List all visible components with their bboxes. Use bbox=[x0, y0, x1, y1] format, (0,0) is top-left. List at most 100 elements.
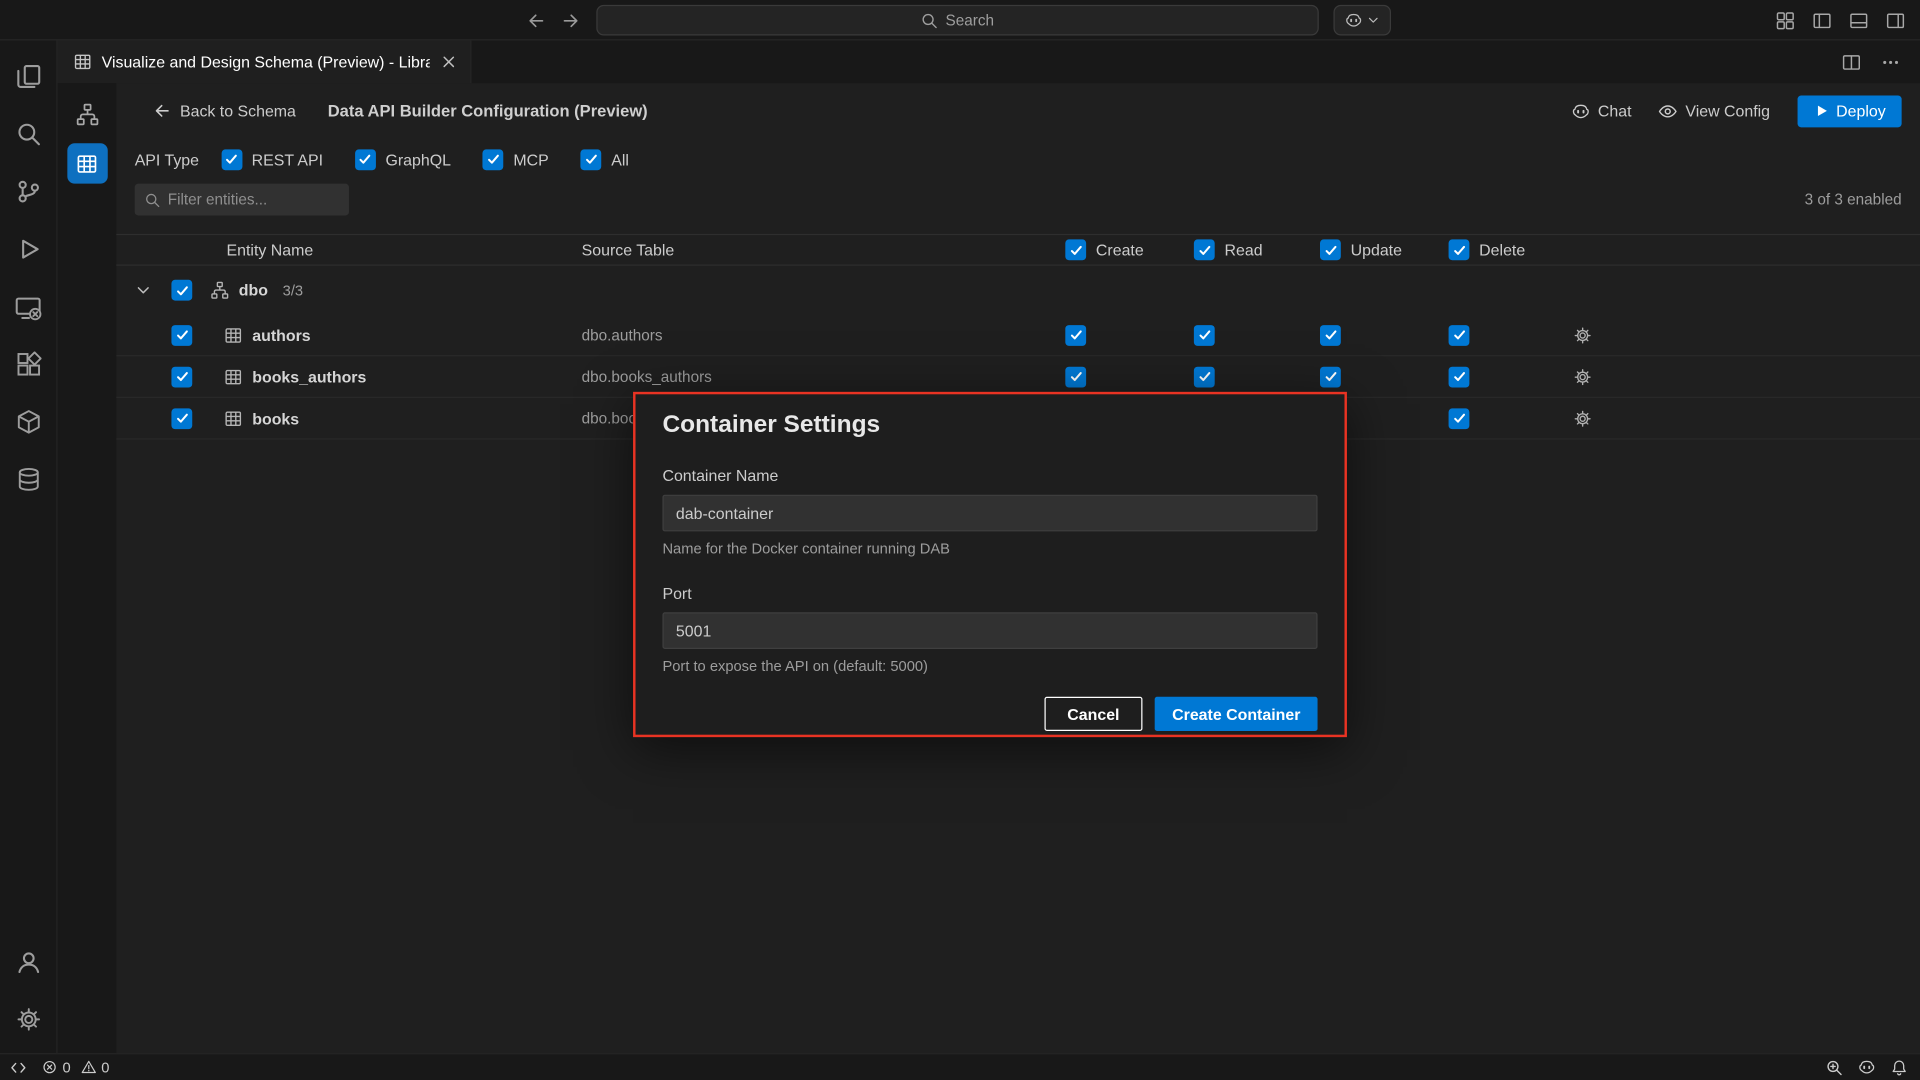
error-count: 0 bbox=[62, 1059, 70, 1076]
source-control-icon[interactable] bbox=[0, 163, 57, 221]
container-name-input[interactable] bbox=[662, 495, 1317, 532]
mcp-checkbox[interactable] bbox=[483, 149, 504, 170]
eye-icon bbox=[1658, 101, 1678, 121]
toggle-panel-icon[interactable] bbox=[1849, 10, 1869, 30]
read-checkbox[interactable] bbox=[1194, 324, 1215, 345]
read-checkbox[interactable] bbox=[1194, 366, 1215, 387]
table-grid-icon bbox=[224, 367, 242, 385]
enabled-count: 3 of 3 enabled bbox=[1805, 191, 1902, 208]
collapse-group-icon[interactable] bbox=[135, 282, 152, 299]
cancel-button[interactable]: Cancel bbox=[1044, 697, 1143, 731]
toggle-secondary-sidebar-icon[interactable] bbox=[1886, 10, 1906, 30]
graphql-checkbox[interactable] bbox=[355, 149, 376, 170]
notifications-bell-icon[interactable] bbox=[1891, 1059, 1908, 1076]
containers-icon[interactable] bbox=[0, 393, 57, 451]
port-input[interactable] bbox=[662, 612, 1317, 649]
entity-name: authors bbox=[252, 326, 310, 344]
port-label: Port bbox=[662, 584, 1317, 602]
search-icon bbox=[921, 12, 938, 29]
command-center-search[interactable]: Search bbox=[596, 5, 1318, 36]
group-select-checkbox[interactable] bbox=[171, 280, 192, 301]
container-settings-dialog: Container Settings Container Name Name f… bbox=[633, 392, 1347, 737]
tab-visualize-design-schema[interactable]: Visualize and Design Schema (Preview) - … bbox=[58, 40, 472, 83]
update-all-checkbox[interactable] bbox=[1320, 239, 1341, 260]
row-settings-gear-icon[interactable] bbox=[1573, 326, 1591, 344]
row-select-checkbox[interactable] bbox=[171, 366, 192, 387]
table-header-row: Entity Name Source Table Create Read bbox=[116, 234, 1920, 266]
activity-bar bbox=[0, 40, 58, 1053]
create-checkbox[interactable] bbox=[1065, 366, 1086, 387]
create-all-checkbox[interactable] bbox=[1065, 239, 1086, 260]
read-all-checkbox[interactable] bbox=[1194, 239, 1215, 260]
copilot-chat-icon bbox=[1571, 101, 1591, 121]
run-debug-icon[interactable] bbox=[0, 220, 57, 278]
back-to-schema-link[interactable]: Back to Schema bbox=[153, 102, 296, 120]
container-name-label: Container Name bbox=[662, 467, 1317, 485]
source-table: dbo.books_authors bbox=[582, 368, 712, 385]
deploy-button[interactable]: Deploy bbox=[1797, 95, 1902, 127]
close-tab-icon[interactable] bbox=[440, 53, 458, 71]
row-settings-gear-icon[interactable] bbox=[1573, 409, 1591, 427]
warning-count: 0 bbox=[101, 1059, 109, 1076]
customize-layout-icon[interactable] bbox=[1776, 10, 1796, 30]
delete-checkbox[interactable] bbox=[1449, 408, 1470, 429]
settings-gear-icon[interactable] bbox=[0, 991, 57, 1049]
delete-checkbox[interactable] bbox=[1449, 324, 1470, 345]
all-checkbox[interactable] bbox=[581, 149, 602, 170]
delete-checkbox[interactable] bbox=[1449, 366, 1470, 387]
view-config-button[interactable]: View Config bbox=[1658, 101, 1770, 121]
view-config-label: View Config bbox=[1685, 102, 1770, 120]
problems-indicator[interactable]: 0 0 bbox=[42, 1059, 110, 1076]
entity-name: books bbox=[252, 409, 299, 427]
zoom-icon[interactable] bbox=[1826, 1059, 1843, 1076]
column-delete: Delete bbox=[1479, 241, 1525, 259]
split-editor-icon[interactable] bbox=[1842, 52, 1862, 72]
explorer-icon[interactable] bbox=[0, 48, 57, 106]
all-label: All bbox=[611, 150, 629, 168]
page-title: Data API Builder Configuration (Preview) bbox=[328, 102, 648, 120]
titlebar: Search bbox=[0, 0, 1920, 40]
row-select-checkbox[interactable] bbox=[171, 408, 192, 429]
copilot-menu-button[interactable] bbox=[1333, 5, 1391, 36]
container-name-help: Name for the Docker container running DA… bbox=[662, 540, 1317, 557]
chat-button-label: Chat bbox=[1598, 102, 1632, 120]
schema-view-icon[interactable] bbox=[67, 94, 107, 134]
search-sidebar-icon[interactable] bbox=[0, 105, 57, 163]
group-count: 3/3 bbox=[283, 282, 303, 299]
rest-api-checkbox[interactable] bbox=[221, 149, 242, 170]
column-source-table: Source Table bbox=[582, 241, 675, 259]
row-settings-gear-icon[interactable] bbox=[1573, 367, 1591, 385]
group-name: dbo bbox=[239, 281, 268, 299]
editor-side-toolbar bbox=[58, 83, 117, 1053]
chevron-down-icon bbox=[1367, 13, 1380, 26]
remote-explorer-icon[interactable] bbox=[0, 278, 57, 336]
table-row-authors: authors dbo.authors bbox=[116, 315, 1920, 357]
all-filter: All bbox=[581, 149, 629, 170]
update-checkbox[interactable] bbox=[1320, 366, 1341, 387]
tab-bar: Visualize and Design Schema (Preview) - … bbox=[58, 40, 1920, 83]
remote-indicator-icon[interactable] bbox=[10, 1059, 27, 1076]
navigate-forward-icon[interactable] bbox=[561, 10, 581, 30]
graphql-filter: GraphQL bbox=[355, 149, 451, 170]
search-placeholder-text: Search bbox=[946, 12, 995, 29]
chat-button[interactable]: Chat bbox=[1571, 101, 1632, 121]
row-select-checkbox[interactable] bbox=[171, 324, 192, 345]
update-checkbox[interactable] bbox=[1320, 324, 1341, 345]
api-type-label: API Type bbox=[135, 150, 199, 168]
filter-entities-input[interactable] bbox=[168, 191, 339, 208]
toggle-primary-sidebar-icon[interactable] bbox=[1812, 10, 1832, 30]
navigate-back-icon[interactable] bbox=[527, 10, 547, 30]
play-icon bbox=[1813, 103, 1829, 119]
copilot-status-icon[interactable] bbox=[1858, 1058, 1876, 1076]
account-icon[interactable] bbox=[0, 933, 57, 991]
vscode-window: Search bbox=[0, 0, 1920, 1080]
create-checkbox[interactable] bbox=[1065, 324, 1086, 345]
database-icon[interactable] bbox=[0, 451, 57, 509]
schema-sitemap-icon bbox=[211, 281, 229, 299]
more-actions-icon[interactable] bbox=[1881, 52, 1901, 72]
extensions-icon[interactable] bbox=[0, 336, 57, 394]
dab-config-view-icon[interactable] bbox=[67, 143, 107, 183]
column-read: Read bbox=[1224, 241, 1262, 259]
delete-all-checkbox[interactable] bbox=[1449, 239, 1470, 260]
create-container-button[interactable]: Create Container bbox=[1155, 697, 1318, 731]
